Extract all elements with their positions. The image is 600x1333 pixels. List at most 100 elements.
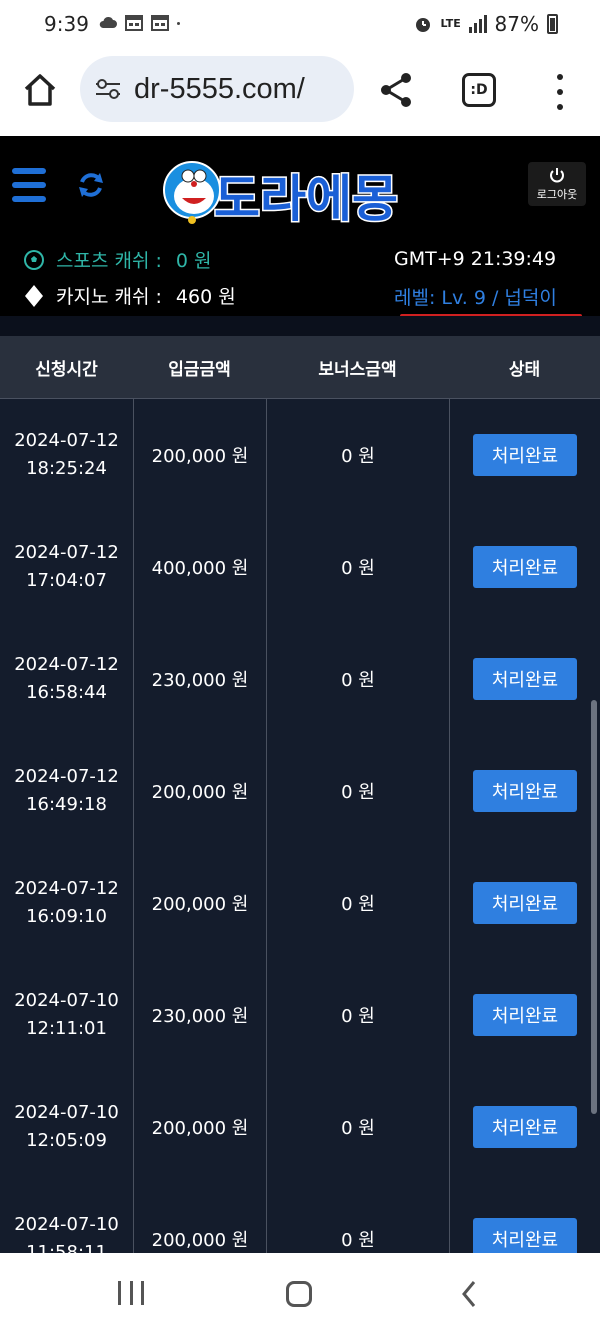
site-header: 도라에몽 로그아웃 스포츠 캐쉬 : 0 원 카지노 캐쉬 : 460 원 GM… xyxy=(0,136,600,318)
site-logo[interactable]: 도라에몽 xyxy=(162,148,442,238)
site-settings-icon[interactable] xyxy=(94,77,122,101)
hamburger-icon[interactable] xyxy=(12,168,46,202)
request-time: 16:09:10 xyxy=(26,906,107,927)
request-time: 16:58:44 xyxy=(26,682,107,703)
request-time: 16:49:18 xyxy=(26,794,107,815)
soccer-ball-icon xyxy=(24,249,44,270)
request-time-cell: 2024-07-10 12:05:09 xyxy=(0,1071,133,1183)
header-bonus-amount: 보너스금액 xyxy=(318,359,397,380)
request-time-cell: 2024-07-12 16:09:10 xyxy=(0,847,133,959)
deposit-amount-cell: 200,000 원 xyxy=(133,847,266,959)
header-deposit-amount: 입금금액 xyxy=(168,359,231,380)
status-cell: 처리완료 xyxy=(449,623,600,735)
status-complete-button[interactable]: 처리완료 xyxy=(473,546,577,588)
bonus-amount-cell: 0 원 xyxy=(266,511,449,623)
scrollbar[interactable] xyxy=(591,700,597,1114)
logout-button[interactable]: 로그아웃 xyxy=(528,162,586,206)
request-time-cell: 2024-07-12 17:04:07 xyxy=(0,511,133,623)
status-cell: 처리완료 xyxy=(449,1183,600,1253)
doraemon-logo-image: 도라에몽 xyxy=(163,161,400,230)
recent-apps-icon[interactable] xyxy=(118,1281,144,1305)
status-complete-button[interactable]: 처리완료 xyxy=(473,770,577,812)
server-clock: GMT+9 21:39:49 xyxy=(394,248,557,270)
request-time: 12:05:09 xyxy=(26,1130,107,1151)
request-time: 12:11:01 xyxy=(26,1018,107,1039)
status-complete-button[interactable]: 처리완료 xyxy=(473,994,577,1036)
status-complete-button[interactable]: 처리완료 xyxy=(473,1218,577,1253)
table-header: 신청시간 입금금액 보너스금액 상태 xyxy=(0,336,600,398)
url-text[interactable]: dr-5555.com/ xyxy=(134,73,305,106)
tab-switcher-button[interactable]: :D xyxy=(462,73,496,107)
lte-label: LTE xyxy=(440,17,461,30)
bonus-amount-cell: 0 원 xyxy=(266,1183,449,1253)
logo-text: 도라에몽 xyxy=(214,170,398,228)
deposit-amount-cell: 230,000 원 xyxy=(133,959,266,1071)
status-cell: 처리완료 xyxy=(449,1071,600,1183)
bonus-amount-cell: 0 원 xyxy=(266,847,449,959)
request-time-cell: 2024-07-12 16:49:18 xyxy=(0,735,133,847)
table-row: 2024-07-12 18:25:24 200,000 원 0 원 처리완료 xyxy=(0,398,600,511)
notification-icons xyxy=(98,14,186,32)
power-icon xyxy=(550,168,564,183)
status-cell: 처리완료 xyxy=(449,511,600,623)
table-row: 2024-07-12 16:49:18 200,000 원 0 원 처리완료 xyxy=(0,734,600,847)
status-complete-button[interactable]: 처리완료 xyxy=(473,1106,577,1148)
status-cell: 처리완료 xyxy=(449,847,600,959)
battery-percent: 87% xyxy=(494,12,539,36)
bonus-amount-cell: 0 원 xyxy=(266,735,449,847)
sports-cash-value: 0 원 xyxy=(175,250,212,272)
request-date: 2024-07-10 xyxy=(14,990,119,1011)
request-date: 2024-07-12 xyxy=(14,542,119,563)
status-complete-button[interactable]: 처리완료 xyxy=(473,882,577,924)
deposit-history-table: 신청시간 입금금액 보너스금액 상태 2024-07-12 18:25:24 20… xyxy=(0,316,600,1253)
table-body: 2024-07-12 18:25:24 200,000 원 0 원 처리완료 20… xyxy=(0,398,600,1253)
diamond-icon xyxy=(25,284,43,307)
casino-cash: 카지노 캐쉬 : 460 원 xyxy=(22,282,236,309)
deposit-amount-cell: 230,000 원 xyxy=(133,623,266,735)
calendar-icon xyxy=(125,15,143,31)
deposit-amount-cell: 200,000 원 xyxy=(133,399,266,511)
request-time-cell: 2024-07-10 12:11:01 xyxy=(0,959,133,1071)
deposit-amount-cell: 200,000 원 xyxy=(133,735,266,847)
deposit-amount-cell: 400,000 원 xyxy=(133,511,266,623)
battery-icon xyxy=(547,14,558,34)
bonus-amount-cell: 0 원 xyxy=(266,959,449,1071)
logout-label: 로그아웃 xyxy=(536,188,578,201)
request-date: 2024-07-12 xyxy=(14,878,119,899)
table-row: 2024-07-12 17:04:07 400,000 원 0 원 처리완료 xyxy=(0,510,600,623)
status-time: 9:39 xyxy=(44,12,89,36)
request-time-cell: 2024-07-12 16:58:44 xyxy=(0,623,133,735)
signal-icon xyxy=(468,15,487,33)
status-complete-button[interactable]: 처리완료 xyxy=(473,658,577,700)
deposit-amount-cell: 200,000 원 xyxy=(133,1071,266,1183)
table-row: 2024-07-10 11:58:11 200,000 원 0 원 처리완료 xyxy=(0,1182,600,1253)
bonus-amount-cell: 0 원 xyxy=(266,623,449,735)
share-icon[interactable] xyxy=(376,70,416,110)
table-row: 2024-07-12 16:58:44 230,000 원 0 원 처리완료 xyxy=(0,622,600,735)
request-time: 11:58:11 xyxy=(26,1242,107,1253)
refresh-icon[interactable] xyxy=(76,170,106,200)
bonus-amount-cell: 0 원 xyxy=(266,399,449,511)
status-bar: 9:39 LTE 87% xyxy=(0,0,600,52)
dot-icon xyxy=(177,22,180,25)
status-cell: 처리완료 xyxy=(449,959,600,1071)
header-status: 상태 xyxy=(508,359,541,380)
user-level[interactable]: 레벨: Lv. 9 / 넙덕이 xyxy=(394,283,557,310)
back-icon[interactable] xyxy=(456,1279,484,1309)
table-row: 2024-07-10 12:11:01 230,000 원 0 원 처리완료 xyxy=(0,958,600,1071)
table-row: 2024-07-12 16:09:10 200,000 원 0 원 처리완료 xyxy=(0,846,600,959)
kebab-menu-icon[interactable] xyxy=(548,72,572,112)
cloud-icon xyxy=(99,16,117,28)
request-time: 17:04:07 xyxy=(26,570,107,591)
url-bar[interactable]: dr-5555.com/ xyxy=(80,56,354,122)
home-icon[interactable] xyxy=(20,70,60,110)
status-complete-button[interactable]: 처리완료 xyxy=(473,434,577,476)
nav-home-icon[interactable] xyxy=(286,1281,312,1307)
status-cell: 처리완료 xyxy=(449,735,600,847)
system-nav-bar xyxy=(0,1253,600,1333)
status-cell: 처리완료 xyxy=(449,399,600,511)
request-time-cell: 2024-07-10 11:58:11 xyxy=(0,1183,133,1253)
request-date: 2024-07-10 xyxy=(14,1214,119,1235)
deposit-amount-cell: 200,000 원 xyxy=(133,1183,266,1253)
header-request-time: 신청시간 xyxy=(35,359,98,380)
